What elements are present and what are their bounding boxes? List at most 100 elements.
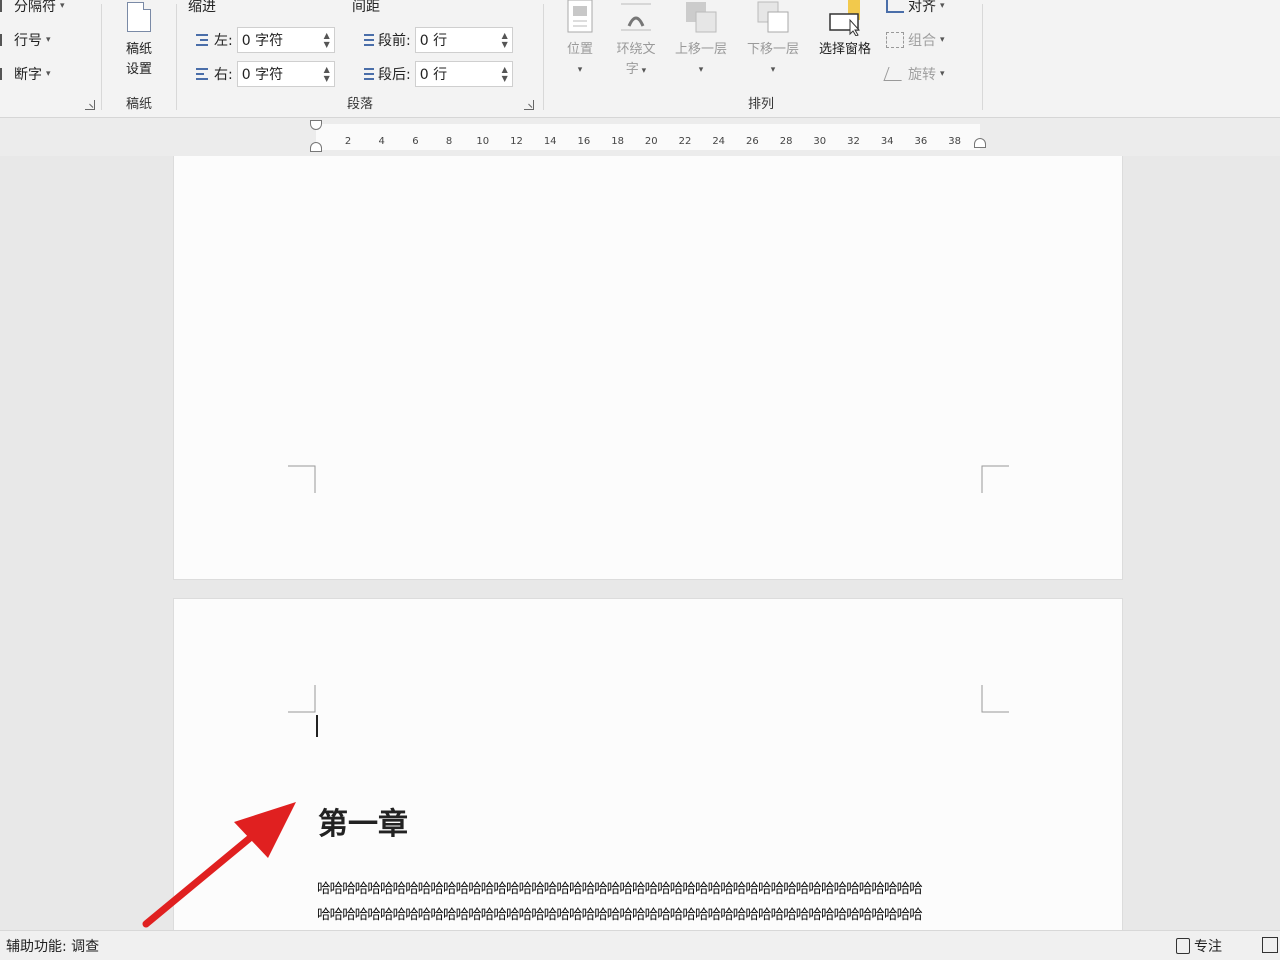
group-separator (543, 4, 544, 110)
paragraph-group: 缩进 间距 左: 0 字符 ▲ ▼ 右: 0 字符 ▲ ▼ 段前: 0 行 ▲ … (180, 0, 540, 118)
paragraph-launcher[interactable] (524, 100, 534, 110)
page-setup-launcher[interactable] (85, 100, 95, 110)
hanging-indent-marker[interactable] (310, 142, 322, 152)
ruler-tick-label: 16 (577, 136, 591, 147)
spacing-title: 间距 (352, 0, 380, 15)
ruler-tick-label: 10 (476, 136, 490, 147)
ruler-tick-label: 32 (847, 136, 860, 147)
chevron-down-icon: ▾ (46, 69, 51, 79)
crop-mark-top-right (981, 685, 1009, 713)
rotate-button[interactable]: 旋转 ▾ (883, 64, 945, 84)
ruler-tick-label: 6 (412, 136, 419, 147)
chevron-down-icon: ▾ (940, 69, 945, 79)
selection-pane-icon (828, 0, 862, 37)
chapter-heading[interactable]: 第一章 (318, 799, 408, 843)
spinner-arrows-icon[interactable]: ▲ ▼ (324, 65, 330, 83)
ruler-strip: 2 4 6 8 10 12 14 16 18 20 22 24 26 28 30 32 34 36 38 (316, 124, 980, 150)
ruler-tick-label: 24 (712, 136, 726, 147)
crop-mark-bottom-right (981, 465, 1009, 493)
group-label-manuscript: 稿纸 (125, 97, 152, 112)
spinner-arrows-icon[interactable]: ▲ ▼ (324, 31, 330, 49)
page-2[interactable]: 第一章 哈哈哈哈哈哈哈哈哈哈哈哈哈哈哈哈哈哈哈哈哈哈哈哈哈哈哈哈哈哈哈哈哈哈哈哈… (173, 598, 1123, 930)
group-separator (176, 4, 177, 110)
crop-mark-top-left (288, 685, 316, 713)
spacing-before-icon (356, 32, 374, 48)
group-objects-icon (886, 32, 904, 48)
ruler-tick-label: 8 (445, 136, 453, 147)
group-label-arrange: 排列 (747, 97, 774, 112)
align-icon (886, 0, 904, 13)
group-objects-button[interactable]: 组合 ▾ (886, 30, 945, 50)
ruler-tick-label: 30 (813, 136, 827, 147)
spacing-before-input[interactable]: 0 行 ▲ ▼ (414, 27, 513, 53)
send-backward-icon (756, 0, 790, 36)
chevron-down-icon: ▾ (46, 35, 51, 45)
bring-forward-icon (684, 0, 718, 36)
body-text-line[interactable]: 哈哈哈哈哈哈哈哈哈哈哈哈哈哈哈哈哈哈哈哈哈哈哈哈哈哈哈哈哈哈哈哈哈哈哈哈哈哈哈哈… (317, 903, 982, 923)
line-numbers-button[interactable]: 行号 ▾ (0, 30, 51, 50)
ruler-tick-label: 4 (378, 136, 385, 147)
chevron-down-icon: ▾ (940, 1, 945, 11)
send-backward-button[interactable]: 下移一层 ▾ (740, 0, 806, 80)
wrap-text-icon (619, 0, 653, 36)
ruler-tick-label: 22 (678, 136, 692, 147)
hyphenation-icon (0, 68, 10, 80)
ruler-tick-label: 36 (914, 136, 928, 147)
indent-left-input[interactable]: 0 字符 ▲ ▼ (236, 27, 335, 53)
accessibility-status[interactable]: 辅助功能: 调查 (6, 936, 99, 956)
focus-mode-button[interactable]: 专注 (1176, 936, 1222, 956)
indent-title: 缩进 (188, 0, 216, 15)
spacing-after-input[interactable]: 0 行 ▲ ▼ (414, 61, 513, 87)
ruler-tick-label: 20 (644, 136, 658, 147)
document-canvas[interactable]: 第一章 哈哈哈哈哈哈哈哈哈哈哈哈哈哈哈哈哈哈哈哈哈哈哈哈哈哈哈哈哈哈哈哈哈哈哈哈… (0, 156, 1280, 930)
page-1[interactable] (173, 156, 1123, 580)
group-separator (101, 4, 102, 110)
ruler-tick-label: 38 (948, 136, 961, 147)
position-icon (563, 0, 597, 36)
ruler-tick-label: 34 (880, 136, 894, 147)
manuscript-icon (127, 2, 151, 32)
wrap-text-button[interactable]: 环绕文 字 ▾ (610, 0, 662, 81)
align-button[interactable]: 对齐 ▾ (886, 0, 945, 16)
indent-right-input[interactable]: 0 字符 ▲ ▼ (236, 61, 335, 87)
chevron-down-icon: ▾ (698, 65, 704, 75)
body-text-line[interactable]: 哈哈哈哈哈哈哈哈哈哈哈哈哈哈哈哈哈哈哈哈哈哈哈哈哈哈哈哈哈哈哈哈哈哈哈哈哈哈哈哈… (317, 877, 982, 897)
spacing-after-icon (356, 66, 374, 82)
ruler-tick-label: 18 (611, 136, 624, 147)
focus-icon (1176, 938, 1190, 954)
indent-left-row: 左: 0 字符 ▲ ▼ (192, 27, 335, 53)
spinner-arrows-icon[interactable]: ▲ ▼ (502, 65, 508, 83)
position-button[interactable]: 位置 ▾ (560, 0, 600, 80)
group-label-paragraph: 段落 (346, 97, 373, 112)
ruler-tick-label: 12 (510, 136, 523, 147)
indent-right-row: 右: 0 字符 ▲ ▼ (192, 61, 335, 87)
spacing-after-row: 段后: 0 行 ▲ ▼ (356, 61, 513, 87)
chevron-down-icon: ▾ (60, 1, 65, 11)
hyphenation-button[interactable]: 断字 ▾ (0, 64, 51, 84)
indent-left-icon (192, 32, 210, 48)
manuscript-settings-button[interactable]: 稿纸 设置 (114, 0, 164, 80)
manuscript-group: 稿纸 设置 稿纸 (104, 0, 174, 118)
rotate-icon (883, 67, 907, 81)
ruler-tick-label: 2 (344, 136, 352, 147)
crop-mark-bottom-left (288, 465, 316, 493)
read-mode-icon[interactable] (1262, 937, 1278, 953)
horizontal-ruler[interactable]: 2 4 6 8 10 12 14 16 18 20 22 24 26 28 30 32 34 36 38 (0, 118, 1280, 156)
arrange-group: 位置 ▾ 环绕文 字 ▾ 上移一层 ▾ 下移一层 ▾ 选择窗格 对齐 ▾ 组合 … (546, 0, 978, 118)
right-indent-marker[interactable] (974, 138, 986, 148)
bring-forward-button[interactable]: 上移一层 ▾ (668, 0, 734, 80)
ruler-tick-label: 14 (543, 136, 557, 147)
ribbon: 分隔符 ▾ 行号 ▾ 断字 ▾ 稿纸 设置 稿纸 缩进 间距 左: 0 字符 ▲… (0, 0, 1280, 118)
spinner-arrows-icon[interactable]: ▲ ▼ (502, 31, 508, 49)
ruler-tick-label: 26 (746, 136, 759, 147)
ruler-tick-label: 28 (779, 136, 793, 147)
breaks-icon (0, 0, 10, 12)
status-bar: 辅助功能: 调查 专注 (0, 930, 1280, 960)
spacing-before-row: 段前: 0 行 ▲ ▼ (356, 27, 513, 53)
breaks-button[interactable]: 分隔符 ▾ (0, 0, 65, 16)
selection-pane-button[interactable]: 选择窗格 (810, 0, 880, 60)
indent-right-icon (192, 66, 210, 82)
chevron-down-icon: ▾ (770, 65, 776, 75)
page-setup-group: 分隔符 ▾ 行号 ▾ 断字 ▾ (0, 0, 100, 118)
chevron-down-icon: ▾ (940, 35, 945, 45)
